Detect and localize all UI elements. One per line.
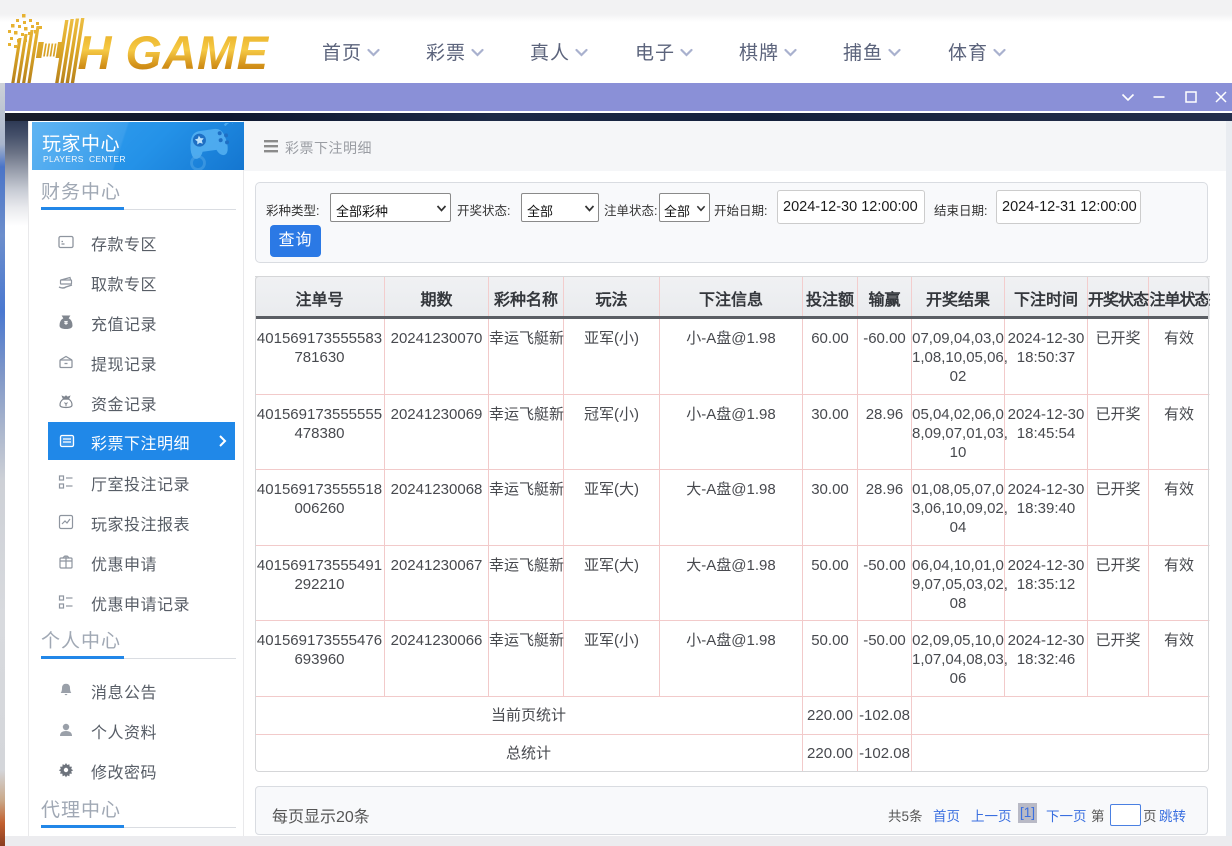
svg-text:H GAME: H GAME [78,26,270,79]
